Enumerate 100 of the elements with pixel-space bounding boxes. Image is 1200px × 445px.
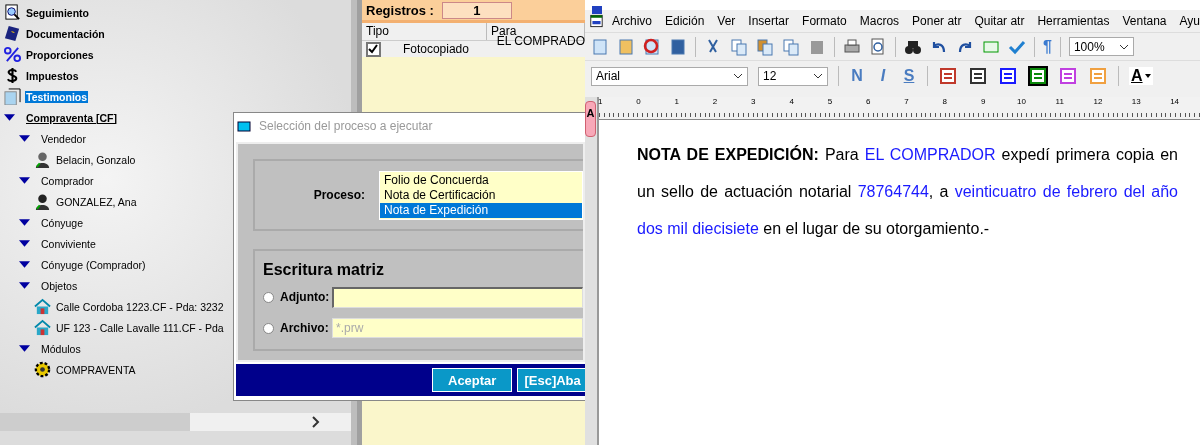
pilcrow-button[interactable]: ¶ [1043,37,1052,56]
chevron-down-icon [733,73,743,79]
radio-button[interactable] [263,322,274,334]
percent-icon [4,46,21,63]
expander-triangle-icon[interactable] [19,218,30,227]
font-color-button[interactable]: A [1129,67,1153,85]
house-icon [34,298,51,315]
dialog-title: Selección del proceso a ejecutar [259,119,433,133]
tree-item[interactable]: Calle Cordoba 1223.CF - Pda: 3232 [55,300,225,313]
ruler-number: 2 [711,97,719,107]
horizontal-scrollbar[interactable] [0,413,351,431]
ruler-number: 13 [1130,97,1142,107]
document-paragraph: NOTA DE EXPEDICIÓN: Para EL COMPRADOR expedí primera copia en un sello de actuación notarial 78764744, a veinticuatro de febrero del año dos mil diecisiete en el lugar de su otorgamiento.- [637,144,1178,239]
tree-item[interactable]: Belacin, Gonzalo [55,153,137,166]
expander-triangle-icon[interactable] [19,134,30,143]
checkbox[interactable] [366,42,381,57]
format-button[interactable]: S [901,67,917,85]
format-button[interactable]: N [849,67,865,85]
folder-icon [237,120,251,132]
stacked-pages-icon [4,88,21,105]
tree-item[interactable]: Proporciones [25,48,95,61]
list-option[interactable]: Nota de Expedición [380,202,582,218]
ruler-number: 8 [941,97,949,107]
tree-item[interactable]: Compraventa [CF] [25,111,118,124]
column-header[interactable]: Tipo [362,23,487,40]
menu-item[interactable]: Ayu [1179,14,1200,28]
scroll-right-icon[interactable] [312,416,320,428]
ruler-number: 12 [1092,97,1104,107]
person-silhouette-icon [34,193,51,210]
menu-item[interactable]: Quitar atr [974,14,1025,28]
ruler-number: 5 [826,97,834,107]
menu-item[interactable]: Poner atr [912,14,962,28]
menu-item[interactable]: Edición [665,14,705,28]
menu-item[interactable]: Formato [802,14,847,28]
input-field[interactable] [332,286,583,308]
tree-item[interactable]: Conviviente [40,237,97,250]
expander-triangle-icon[interactable] [19,344,30,353]
tree-item[interactable]: COMPRAVENTA [55,363,137,376]
radio-button[interactable] [263,291,274,303]
size-dropdown[interactable]: 12 [758,66,828,86]
ruler-number: 14 [1169,97,1181,107]
print-preview-icon[interactable] [869,37,887,56]
ruler-number: 1 [596,97,604,107]
tree-item[interactable]: Documentación [25,27,106,40]
tree-item[interactable]: UF 123 - Calle Lavalle 111.CF - Pda [55,321,225,334]
magnifier-page-icon [4,4,21,21]
font-dropdown[interactable]: Arial [591,66,748,86]
field-label: Archivo: [280,321,326,335]
records-count: 1 [441,1,512,19]
ruler-number: 7 [903,97,910,107]
menu-item[interactable]: Insertar [748,14,790,28]
zoom-dropdown[interactable]: 100% [1068,37,1134,56]
records-label: Registros : [366,2,434,18]
expander-triangle-icon[interactable] [19,176,30,185]
menu-item[interactable]: Ver [717,14,736,28]
house-icon [34,319,51,336]
tree-item[interactable]: GONZALEZ, Ana [55,195,138,208]
expander-triangle-icon[interactable] [19,281,30,290]
tab-marker[interactable]: A [585,101,596,137]
process-list[interactable]: Folio de Concuerda Nota de Certificación Nota de Expedición [379,170,583,220]
expander-triangle-icon[interactable] [19,239,30,248]
person-silhouette-icon [34,151,51,168]
document-window-icon [590,13,603,29]
expander-triangle-icon[interactable] [19,260,30,269]
menu-item[interactable]: Herramientas [1037,14,1110,28]
caret-icon [1144,74,1151,78]
tree-item[interactable]: Impuestos [25,69,80,82]
tree-item[interactable]: Vendedor [40,132,87,145]
table-cell-text: Fotocopiado [401,42,470,56]
ruler-number: 0 [635,97,642,107]
process-label: Proceso: [312,188,366,202]
ruler-number: 9 [979,97,987,107]
menu-item[interactable]: Macros [859,14,900,28]
tree-item[interactable]: Cónyuge (Comprador) [40,258,147,271]
paste-icon[interactable] [756,37,774,56]
gear-icon [34,361,51,378]
list-option[interactable]: Folio de Concuerda [380,172,582,188]
tree-item[interactable]: Cónyuge [40,216,85,229]
ruler-number: 1 [673,97,680,107]
tree-item[interactable]: Seguimiento [25,6,90,19]
copy-icon[interactable] [730,37,748,56]
ruler-number: 3 [750,97,757,107]
menu-item[interactable]: Archivo [611,14,652,28]
tree-item[interactable]: Testimonios [25,90,89,103]
book-icon [4,25,21,42]
tree-item[interactable]: Objetos [40,279,79,292]
ruler-number: 4 [788,97,795,107]
no-entry-icon[interactable] [643,37,661,56]
paste-special-icon[interactable] [782,37,800,56]
format-button[interactable]: I [875,67,891,85]
app-icon [591,6,603,14]
tree-item[interactable]: Comprador [40,174,95,187]
printer-icon[interactable] [843,37,861,56]
section-title: Escritura matriz [263,261,385,279]
list-option[interactable]: Nota de Certificación [380,187,582,203]
menu-item[interactable]: Ventana [1122,14,1167,28]
ruler-number: 11 [1054,97,1065,107]
field-label: Adjunto: [280,290,326,304]
expander-triangle-icon[interactable] [4,113,15,122]
tree-item[interactable]: Módulos [40,342,82,355]
